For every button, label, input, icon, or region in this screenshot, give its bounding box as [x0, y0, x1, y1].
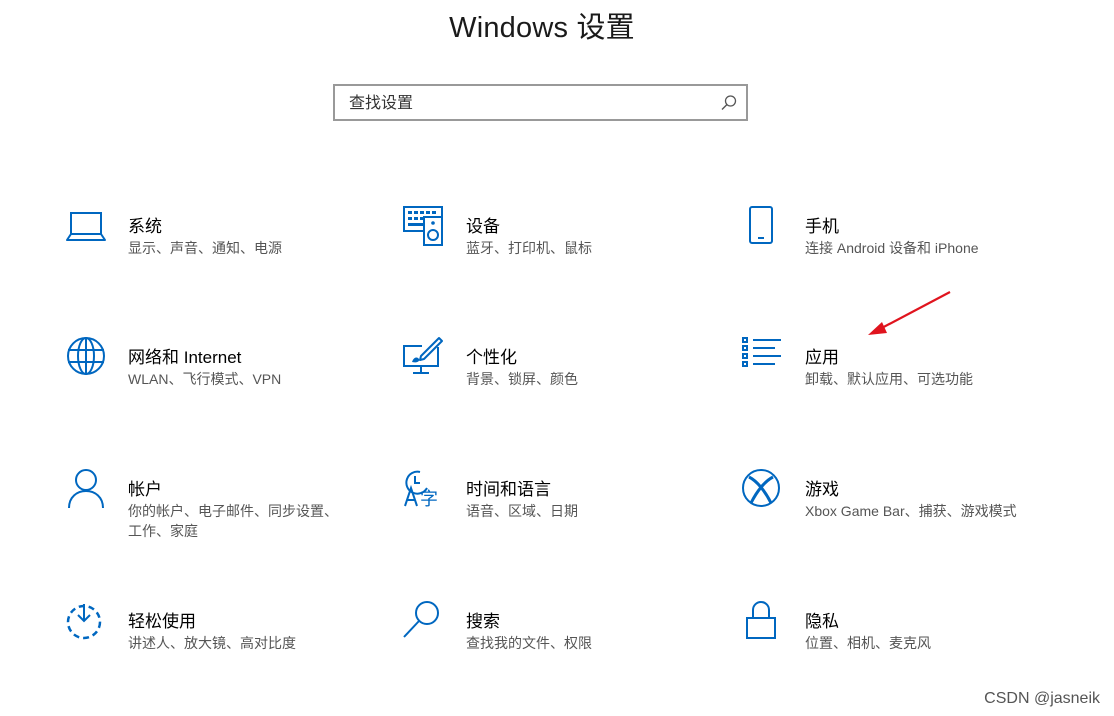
tile-title: 网络和 Internet — [128, 348, 242, 367]
tile-accounts[interactable]: 帐户 你的帐户、电子邮件、同步设置、工作、家庭 — [64, 468, 364, 548]
tile-gaming[interactable]: 游戏 Xbox Game Bar、捕获、游戏模式 — [741, 468, 1041, 548]
tile-title: 轻松使用 — [128, 612, 196, 631]
tile-title: 隐私 — [805, 612, 839, 631]
ease-of-access-icon — [66, 604, 102, 640]
globe-icon — [67, 337, 105, 375]
tile-title: 设备 — [466, 217, 500, 236]
tile-description: 查找我的文件、权限 — [466, 635, 592, 651]
search-box[interactable] — [333, 84, 748, 121]
svg-text:字: 字 — [420, 489, 438, 510]
page-title: Windows 设置 — [449, 12, 635, 44]
tile-title: 应用 — [805, 348, 839, 367]
devices-icon — [403, 206, 443, 246]
tile-description: 位置、相机、麦克风 — [805, 635, 931, 651]
tile-description: 背景、锁屏、颜色 — [466, 371, 578, 387]
personalization-icon — [403, 337, 443, 374]
tile-phone[interactable]: 手机 连接 Android 设备和 iPhone — [741, 205, 1041, 285]
tile-personalization[interactable]: 个性化 背景、锁屏、颜色 — [402, 336, 702, 416]
tile-description: 讲述人、放大镜、高对比度 — [128, 635, 296, 651]
tile-description: 你的帐户、电子邮件、同步设置、工作、家庭 — [128, 503, 338, 539]
tile-network[interactable]: 网络和 Internet WLAN、飞行模式、VPN — [64, 336, 364, 416]
tile-title: 个性化 — [466, 348, 517, 367]
apps-list-icon — [742, 337, 781, 367]
tile-devices[interactable]: 设备 蓝牙、打印机、鼠标 — [402, 205, 702, 285]
laptop-icon — [66, 212, 106, 241]
tile-time-language[interactable]: 字 时间和语言 语音、区域、日期 — [402, 468, 702, 548]
tile-description: 蓝牙、打印机、鼠标 — [466, 240, 592, 256]
search-icon[interactable] — [719, 93, 739, 113]
tile-privacy[interactable]: 隐私 位置、相机、麦克风 — [741, 600, 1041, 680]
tile-description: 语音、区域、日期 — [466, 503, 578, 519]
tile-description: Xbox Game Bar、捕获、游戏模式 — [805, 503, 1017, 519]
annotation-arrow — [868, 291, 951, 335]
lock-icon — [746, 601, 776, 639]
xbox-icon — [742, 469, 780, 507]
tile-search[interactable]: 搜索 查找我的文件、权限 — [402, 600, 702, 680]
tile-title: 时间和语言 — [466, 480, 551, 499]
search-icon — [403, 601, 439, 638]
tile-description: WLAN、飞行模式、VPN — [128, 371, 282, 387]
person-icon — [68, 469, 104, 509]
watermark: CSDN @jasneik — [984, 690, 1100, 707]
tile-description: 连接 Android 设备和 iPhone — [805, 240, 979, 256]
tile-title: 游戏 — [805, 480, 839, 499]
phone-icon — [749, 206, 773, 244]
tile-title: 帐户 — [128, 480, 162, 499]
tile-apps[interactable]: 应用 卸载、默认应用、可选功能 — [741, 336, 1041, 416]
tile-title: 系统 — [128, 217, 162, 236]
tile-ease-of-access[interactable]: 轻松使用 讲述人、放大镜、高对比度 — [64, 600, 364, 680]
tile-system[interactable]: 系统 显示、声音、通知、电源 — [64, 205, 364, 285]
search-input[interactable] — [347, 86, 711, 121]
tile-title: 手机 — [805, 217, 839, 236]
time-language-icon: 字 — [404, 470, 438, 510]
tile-description: 卸载、默认应用、可选功能 — [805, 371, 973, 387]
tile-description: 显示、声音、通知、电源 — [128, 240, 282, 256]
tile-title: 搜索 — [466, 612, 500, 631]
